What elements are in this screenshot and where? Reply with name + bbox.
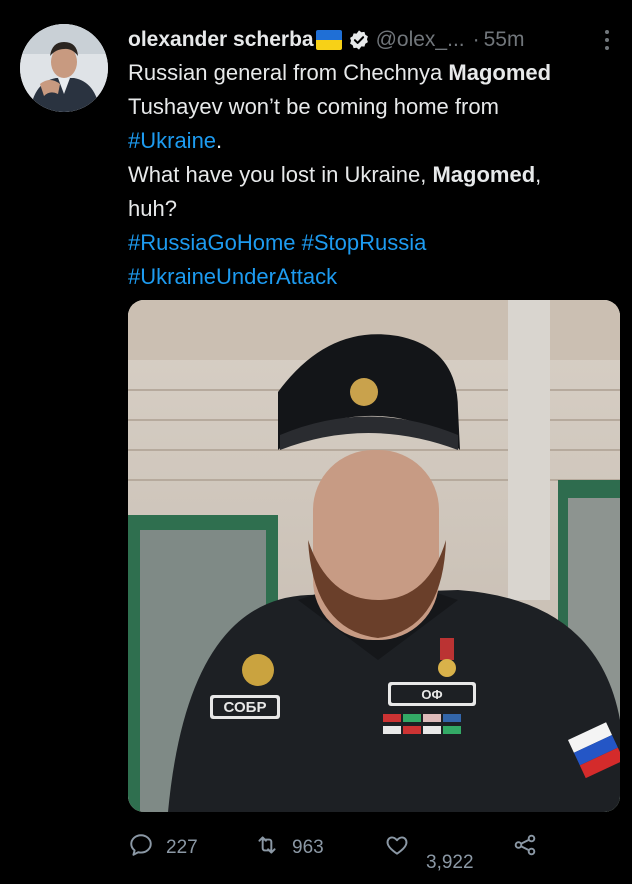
hashtag-link[interactable]: #StopRussia	[302, 230, 427, 255]
text-bold-name: Magomed	[448, 60, 552, 85]
text-segment: .	[216, 128, 223, 153]
reply-count: 227	[166, 837, 198, 858]
photo-illustration: СОБР ОФ	[128, 300, 620, 812]
more-options-icon[interactable]	[602, 28, 612, 52]
text-line: #UkraineUnderAttack	[128, 260, 618, 294]
tweet-header: olexander scherba @olex_... · 55m	[128, 24, 620, 56]
text-bold-name: Magomed	[432, 162, 536, 187]
share-icon	[512, 832, 538, 864]
text-segment: What have you lost in Ukraine,	[128, 162, 433, 187]
text-line: #Ukraine.	[128, 124, 618, 158]
retweet-button[interactable]: 963	[254, 832, 324, 864]
ukraine-flag-icon	[315, 30, 342, 50]
text-segment: ,	[535, 162, 542, 187]
author-handle[interactable]: @olex_...	[376, 28, 465, 52]
text-segment: Russian general from Chechnya	[128, 60, 449, 85]
reply-icon	[128, 832, 154, 864]
author-name[interactable]: olexander scherba	[128, 28, 314, 52]
text-line: Russian general from Chechnya Magomed	[128, 56, 618, 90]
retweet-count: 963	[292, 837, 324, 858]
separator-dot: ·	[472, 28, 480, 51]
heart-icon	[384, 832, 410, 864]
hashtag-link[interactable]: #RussiaGoHome	[128, 230, 296, 255]
tweet-timestamp[interactable]: 55m	[484, 28, 525, 52]
text-line: #RussiaGoHome #StopRussia	[128, 226, 618, 260]
avatar-photo	[20, 24, 108, 112]
tweet-photo[interactable]: СОБР ОФ	[128, 300, 620, 812]
reply-button[interactable]: 227	[128, 832, 198, 864]
tweet[interactable]: olexander scherba @olex_... · 55m Russia…	[0, 0, 632, 884]
like-button[interactable]	[384, 832, 410, 864]
avatar[interactable]	[20, 24, 108, 112]
verified-badge-icon	[348, 29, 370, 51]
text-line: huh?	[128, 196, 177, 221]
text-line: Tushayev won’t be coming home from	[128, 94, 499, 119]
like-count: 3,922	[426, 852, 474, 873]
tweet-actions: 227 963 3,922	[128, 832, 618, 873]
hashtag-link[interactable]: #Ukraine	[128, 128, 216, 153]
share-button[interactable]	[512, 832, 538, 864]
tweet-text: Russian general from Chechnya Magomed Tu…	[128, 56, 618, 294]
retweet-icon	[254, 832, 280, 864]
patch-label-right: ОФ	[421, 687, 442, 702]
text-line: What have you lost in Ukraine, Magomed,	[128, 158, 618, 192]
patch-label-left: СОБР	[224, 699, 267, 716]
hashtag-link[interactable]: #UkraineUnderAttack	[128, 264, 337, 289]
